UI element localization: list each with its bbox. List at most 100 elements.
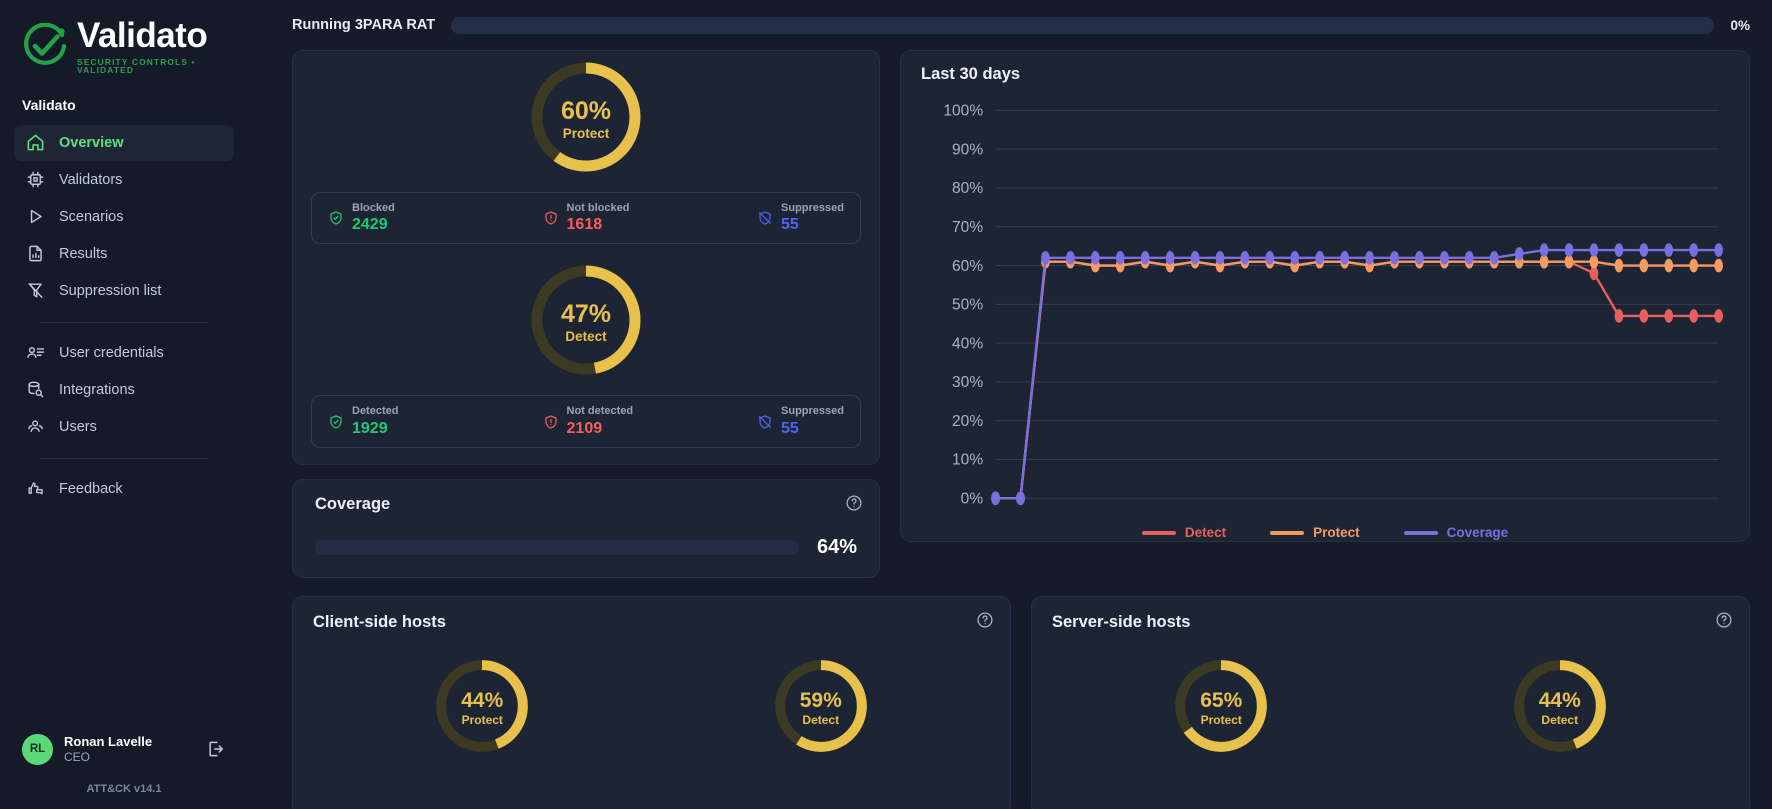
avatar: RL <box>22 733 53 765</box>
main-area: Running 3PARA RAT 0% 60% Protect Blocked… <box>248 0 1772 809</box>
stat-blocked: Blocked 2429 <box>328 202 543 234</box>
legend-label: Detect <box>1184 525 1227 541</box>
shield-alert-icon <box>543 414 559 430</box>
brand-tagline: SECURITY CONTROLS • VALIDATED <box>77 57 196 76</box>
coverage-percent: 64% <box>816 535 857 558</box>
sidebar-item-label: Overview <box>59 134 124 151</box>
logout-icon[interactable] <box>206 739 226 759</box>
svg-text:50%: 50% <box>952 296 983 313</box>
running-scenario-label: Running 3PARA RAT <box>292 17 436 33</box>
sidebar-item-validators[interactable]: Validators <box>14 162 234 198</box>
sidebar-item-label: Validators <box>59 171 123 188</box>
detect-label: Detect <box>565 328 607 344</box>
stat-detected: Detected 1929 <box>328 405 543 437</box>
server-detect-donut: 44% Detect <box>1510 656 1610 761</box>
sidebar-item-scenarios[interactable]: Scenarios <box>14 199 234 235</box>
sidebar-footer: RL Ronan Lavelle CEO ATT&CK v14.1 <box>0 734 248 809</box>
svg-text:40%: 40% <box>952 335 983 352</box>
stat-value: 2109 <box>566 419 603 437</box>
server-detect-percent: 44% <box>1538 688 1581 712</box>
play-icon <box>26 207 45 226</box>
shield-check-icon <box>328 414 344 430</box>
stat-value: 55 <box>781 216 799 234</box>
sidebar-item-label: Suppression list <box>59 282 162 299</box>
users-icon <box>26 417 45 436</box>
server-protect-donut: 65% Protect <box>1171 656 1271 761</box>
server-hosts-title: Server-side hosts <box>1052 612 1191 631</box>
org-name: Validato <box>22 96 76 113</box>
sidebar-item-integrations[interactable]: Integrations <box>14 372 234 408</box>
brand-logo[interactable]: Validato SECURITY CONTROLS • VALIDATED <box>0 0 248 87</box>
server-protect-label: Protect <box>1200 712 1242 727</box>
sidebar-item-label: Feedback <box>59 480 123 497</box>
sidebar: Validato SECURITY CONTROLS • VALIDATED V… <box>0 0 248 809</box>
svg-text:90%: 90% <box>952 141 983 158</box>
chip-icon <box>26 170 45 189</box>
profile-block[interactable]: RL Ronan Lavelle CEO <box>0 734 248 765</box>
sidebar-item-results[interactable]: Results <box>14 236 234 272</box>
client-side-hosts-card: Client-side hosts 44% Protect 59% Detect <box>292 595 1011 809</box>
stat-value: 55 <box>781 419 799 437</box>
dashboard-content: 60% Protect Blocked 2429 Not blocked 161… <box>248 50 1772 809</box>
detect-percent: 47% <box>560 299 612 328</box>
svg-text:80%: 80% <box>952 180 983 197</box>
stat-suppressed-protect: Suppressed 55 <box>757 202 844 234</box>
protect-donut: 60% Protect <box>526 57 646 182</box>
legend-swatch <box>1141 530 1176 535</box>
help-circle-icon[interactable] <box>1715 611 1733 629</box>
coverage-card: Coverage 64% <box>292 478 880 578</box>
svg-text:30%: 30% <box>952 374 983 391</box>
app-root: Validato SECURITY CONTROLS • VALIDATED V… <box>0 0 1772 809</box>
stat-label: Blocked <box>352 202 395 214</box>
protect-stats: Blocked 2429 Not blocked 1618 Suppressed… <box>311 192 861 245</box>
report-icon <box>26 244 45 263</box>
legend-item-detect[interactable]: Detect <box>1141 525 1227 541</box>
sidebar-item-label: Results <box>59 245 108 262</box>
legend-swatch <box>1270 530 1305 535</box>
sidebar-item-user-credentials[interactable]: User credentials <box>14 335 234 371</box>
chart-plot-area: 0% 10% 20% 30% 40% 50% 60% 70% 80% 90% 100% <box>921 102 1729 521</box>
database-search-icon <box>26 380 45 399</box>
client-detect-percent: 59% <box>799 688 842 712</box>
client-protect-label: Protect <box>461 712 503 727</box>
help-circle-icon[interactable] <box>976 611 994 629</box>
shield-check-icon <box>328 210 344 226</box>
protect-label: Protect <box>562 125 610 141</box>
top-row: 60% Protect Blocked 2429 Not blocked 161… <box>292 50 1750 578</box>
client-detect-label: Detect <box>802 712 840 727</box>
server-side-hosts-card: Server-side hosts 65% Protect 44% Detect <box>1031 595 1750 809</box>
client-hosts-donuts: 44% Protect 59% Detect <box>313 656 990 761</box>
sidebar-item-overview[interactable]: Overview <box>14 124 234 161</box>
shield-off-icon <box>757 414 773 430</box>
sidebar-divider-2 <box>40 457 208 459</box>
help-circle-icon[interactable] <box>845 494 863 512</box>
stat-not-detected: Not detected 2109 <box>543 405 758 437</box>
chart-legend: Detect Protect Coverage <box>921 525 1729 540</box>
protect-score-block: 60% Protect <box>311 57 861 182</box>
topbar: Running 3PARA RAT 0% <box>248 0 1772 50</box>
home-icon <box>26 133 45 152</box>
svg-text:0%: 0% <box>961 490 984 507</box>
legend-label: Protect <box>1313 525 1360 541</box>
run-progress-text: 0% <box>1730 17 1750 33</box>
sidebar-item-users[interactable]: Users <box>14 409 234 445</box>
svg-text:70%: 70% <box>952 219 983 236</box>
stat-value: 1618 <box>566 216 603 234</box>
stat-label: Not blocked <box>566 202 630 214</box>
sidebar-item-feedback[interactable]: Feedback <box>14 471 234 507</box>
scores-column: 60% Protect Blocked 2429 Not blocked 161… <box>292 50 880 578</box>
sidebar-item-suppression-list[interactable]: Suppression list <box>14 273 234 309</box>
profile-name: Ronan Lavelle <box>64 733 153 749</box>
stat-value: 2429 <box>352 216 388 234</box>
filter-off-icon <box>26 281 45 300</box>
sidebar-item-label: Users <box>59 418 97 435</box>
legend-item-protect[interactable]: Protect <box>1270 525 1360 540</box>
protect-percent: 60% <box>560 96 612 125</box>
client-protect-percent: 44% <box>461 688 504 712</box>
client-hosts-title: Client-side hosts <box>313 612 446 631</box>
chart-column: Last 30 days 0% 10% 20% 30% 40% 50% 60% 70% 80% 9… <box>900 50 1750 578</box>
stat-value: 1929 <box>352 419 388 437</box>
client-detect-donut: 59% Detect <box>771 656 871 761</box>
detect-stats: Detected 1929 Not detected 2109 Suppress… <box>311 395 861 448</box>
legend-item-coverage[interactable]: Coverage <box>1403 525 1508 540</box>
